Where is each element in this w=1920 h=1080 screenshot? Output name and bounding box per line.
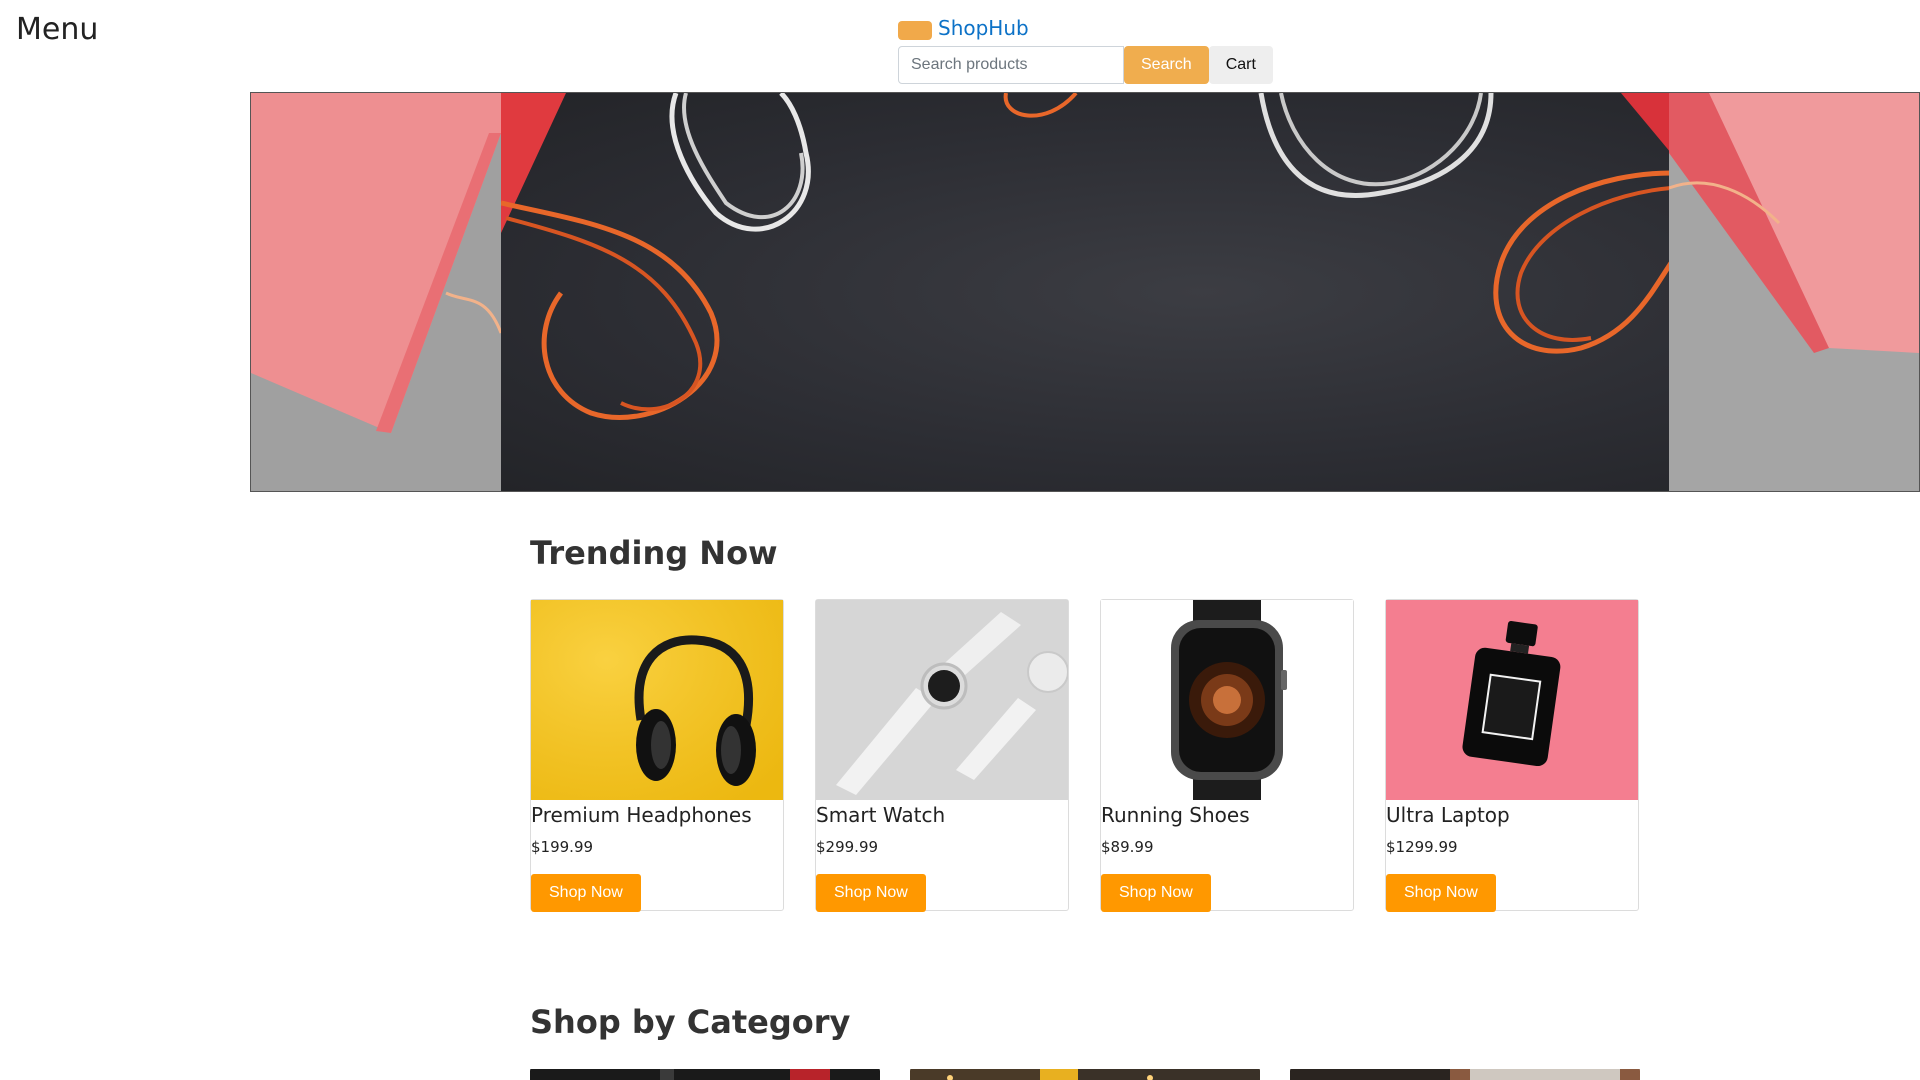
cart-button[interactable]: Cart xyxy=(1208,46,1273,84)
product-name: Running Shoes xyxy=(1101,803,1250,827)
hero-banner xyxy=(250,92,1920,492)
menu-label[interactable]: Menu xyxy=(16,12,98,47)
product-price: $299.99 xyxy=(816,838,879,856)
hero-side-image-left xyxy=(251,93,501,491)
category-card-image[interactable] xyxy=(1290,1067,1640,1080)
product-price: $1299.99 xyxy=(1386,838,1458,856)
product-card[interactable]: Smart Watch $299.99 Shop Now xyxy=(815,599,1069,912)
shop-now-button[interactable]: Shop Now xyxy=(816,874,926,912)
brand-name-link[interactable]: ShopHub xyxy=(938,16,1029,40)
search-input[interactable] xyxy=(898,46,1124,84)
headphones-image[interactable] xyxy=(531,600,783,800)
brand-logo-icon xyxy=(898,20,932,40)
category-card-image[interactable] xyxy=(910,1067,1260,1080)
product-price: $89.99 xyxy=(1101,838,1154,856)
hero-main-image xyxy=(501,93,1671,491)
perfume-image[interactable] xyxy=(1386,600,1638,800)
product-card[interactable]: Ultra Laptop $1299.99 Shop Now xyxy=(1385,599,1639,912)
search-button[interactable]: Search xyxy=(1124,46,1209,84)
product-name: Ultra Laptop xyxy=(1386,803,1510,827)
brand[interactable]: ShopHub xyxy=(898,16,1029,40)
shop-now-button[interactable]: Shop Now xyxy=(1101,874,1211,912)
shop-now-button[interactable]: Shop Now xyxy=(531,874,641,912)
product-card[interactable]: Premium Headphones $199.99 Shop Now xyxy=(530,599,784,912)
category-title: Shop by Category xyxy=(530,1003,851,1041)
product-name: Premium Headphones xyxy=(531,803,752,827)
search-bar: Search Cart xyxy=(898,46,1273,84)
watch-image[interactable] xyxy=(816,600,1068,800)
smartwatch-image[interactable] xyxy=(1101,600,1353,800)
hero-side-image-right xyxy=(1669,93,1919,491)
product-card[interactable]: Running Shoes $89.99 Shop Now xyxy=(1100,599,1354,912)
product-name: Smart Watch xyxy=(816,803,946,827)
shop-now-button[interactable]: Shop Now xyxy=(1386,874,1496,912)
category-card-image[interactable] xyxy=(530,1067,880,1080)
trending-products: Premium Headphones $199.99 Shop Now Smar… xyxy=(530,599,1639,912)
trending-title: Trending Now xyxy=(530,534,778,572)
product-price: $199.99 xyxy=(531,838,594,856)
